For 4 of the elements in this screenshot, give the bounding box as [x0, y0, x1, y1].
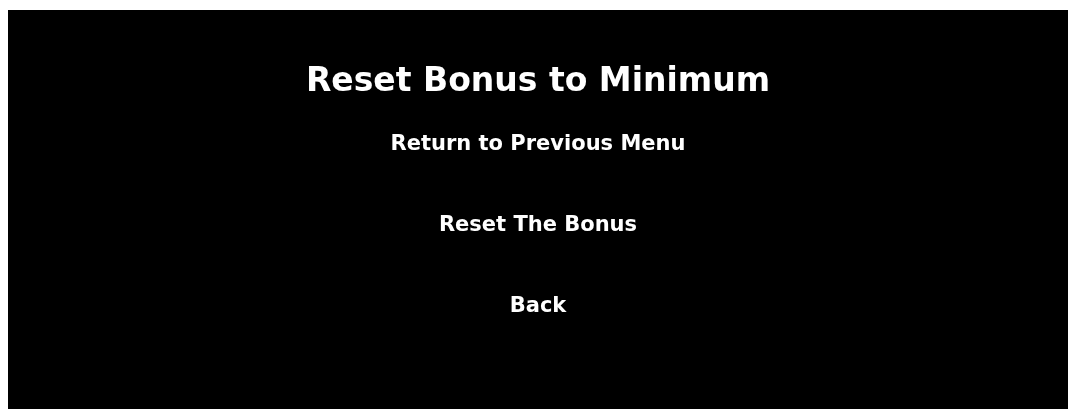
menu-item[interactable]: Return to Previous Menu: [390, 130, 686, 157]
screen-title: Reset Bonus to Minimum: [305, 59, 771, 101]
menu-item[interactable]: Reset The Bonus: [438, 211, 638, 238]
menu-item[interactable]: Back: [509, 292, 567, 319]
